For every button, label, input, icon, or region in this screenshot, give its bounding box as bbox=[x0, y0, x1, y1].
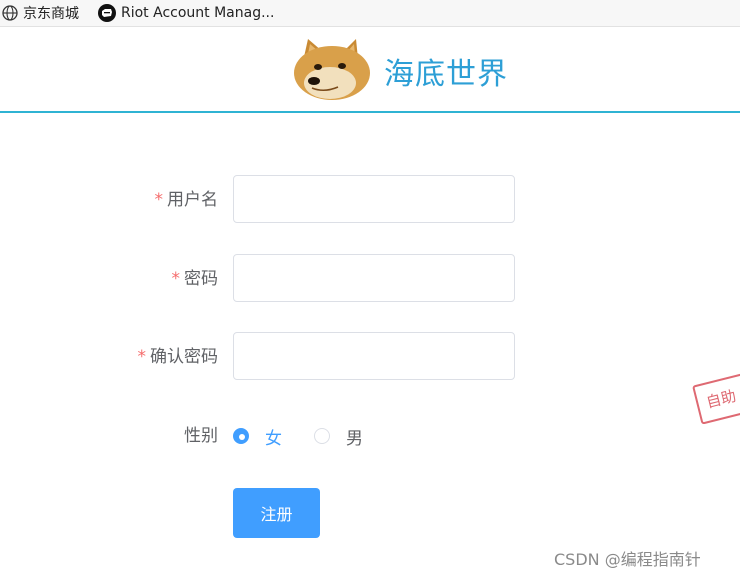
confirm-password-label-text: 确认密码 bbox=[150, 347, 218, 367]
confirm-password-input[interactable] bbox=[233, 332, 515, 380]
globe-icon bbox=[2, 5, 18, 21]
gender-radio-group: 女 男 bbox=[233, 416, 363, 456]
required-mark: * bbox=[154, 190, 164, 210]
bookmark-label: 京东商城 bbox=[23, 6, 79, 22]
password-label-text: 密码 bbox=[184, 269, 218, 289]
radio-label: 男 bbox=[346, 428, 363, 449]
bookmark-jd[interactable]: 京东商城 bbox=[2, 0, 79, 26]
username-label-text: 用户名 bbox=[167, 190, 218, 210]
riot-fist-icon bbox=[98, 4, 116, 22]
site-header: 海底世界 bbox=[0, 27, 740, 113]
watermark: CSDN @编程指南针 bbox=[554, 550, 701, 569]
password-label: * 密码 bbox=[172, 254, 219, 304]
brand-title: 海底世界 bbox=[384, 57, 508, 92]
radio-circle[interactable] bbox=[233, 428, 249, 444]
form-item-gender: 性别 女 男 bbox=[0, 416, 740, 468]
radio-label: 女 bbox=[265, 428, 282, 449]
bookmark-label: Riot Account Manag... bbox=[121, 5, 275, 21]
bookmarks-bar: 京东商城 Riot Account Manag... bbox=[0, 0, 740, 27]
confirm-password-label: * 确认密码 bbox=[138, 332, 219, 382]
form-item-username: * 用户名 bbox=[0, 175, 740, 227]
username-input[interactable] bbox=[233, 175, 515, 223]
bookmark-riot[interactable]: Riot Account Manag... bbox=[98, 0, 274, 26]
password-input[interactable] bbox=[233, 254, 515, 302]
doge-logo bbox=[284, 35, 376, 103]
form-item-password: * 密码 bbox=[0, 254, 740, 306]
gender-option-female[interactable]: 女 bbox=[233, 424, 282, 449]
username-label: * 用户名 bbox=[155, 175, 219, 225]
gender-label: 性别 bbox=[184, 426, 218, 446]
radio-circle[interactable] bbox=[314, 428, 330, 444]
gender-option-male[interactable]: 男 bbox=[314, 424, 363, 449]
register-button[interactable]: 注册 bbox=[233, 488, 320, 538]
required-mark: * bbox=[137, 347, 147, 367]
form-item-confirm-password: * 确认密码 bbox=[0, 332, 740, 384]
required-mark: * bbox=[171, 269, 181, 289]
